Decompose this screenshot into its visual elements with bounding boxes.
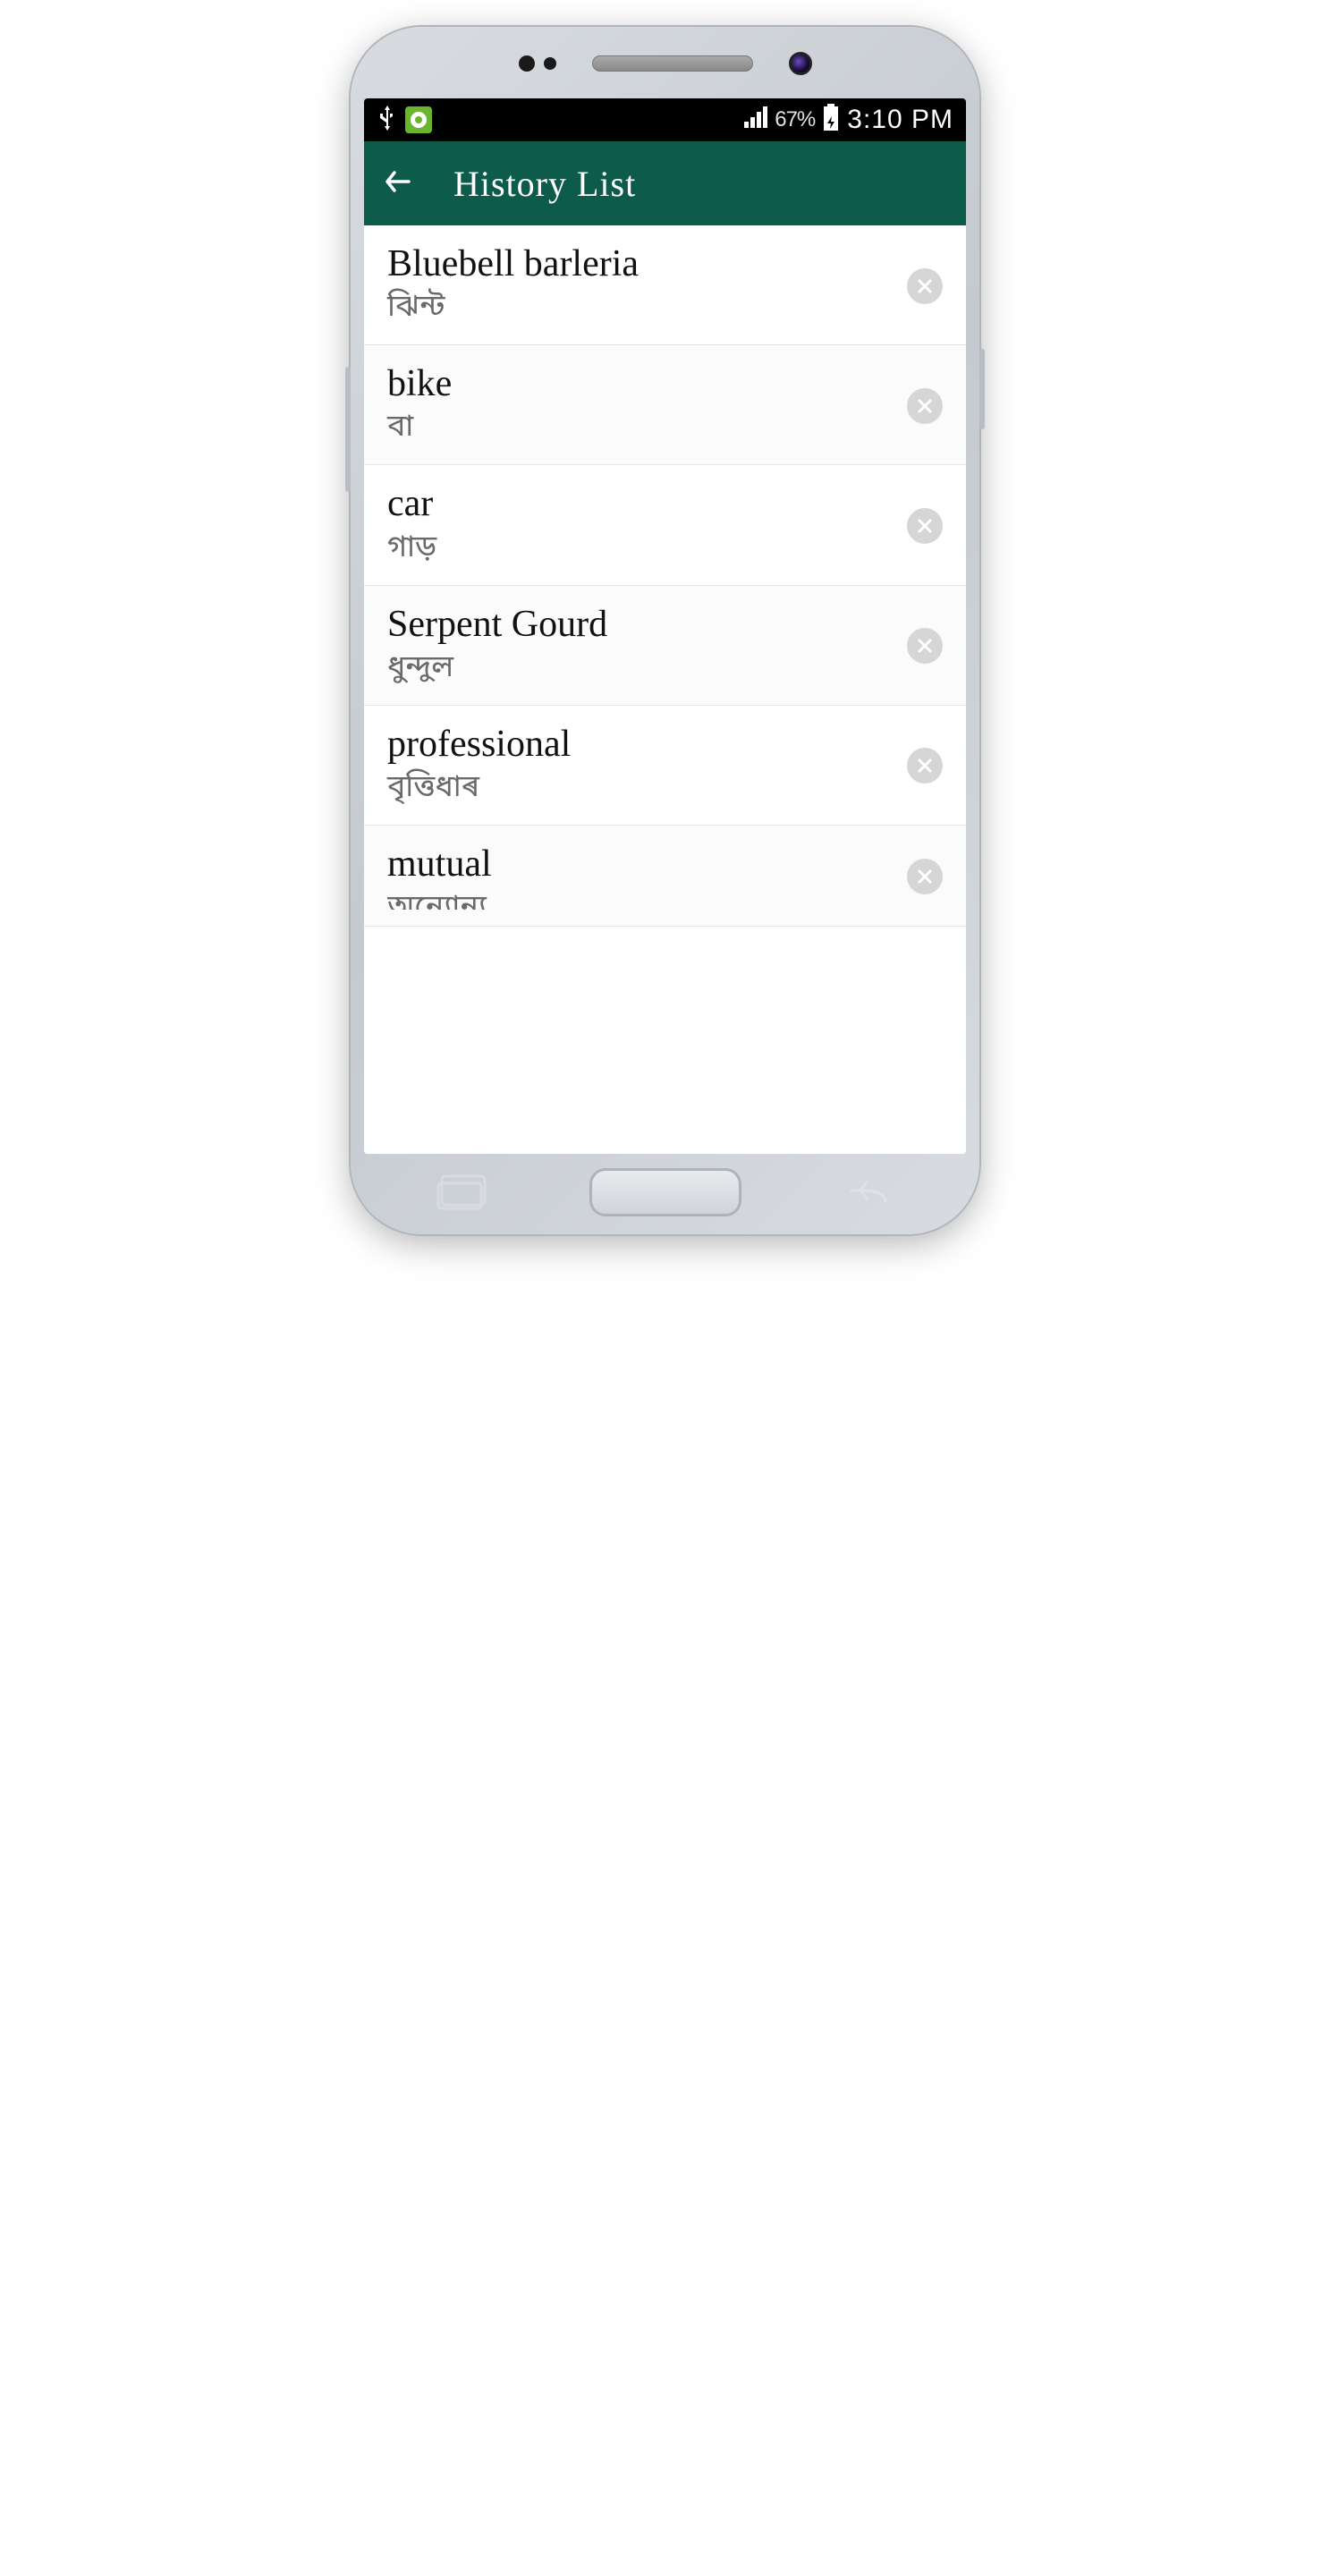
signal-icon bbox=[742, 106, 767, 134]
status-time: 3:10 PM bbox=[847, 105, 953, 135]
app-notification-icon bbox=[405, 106, 432, 133]
history-secondary: ঝিন্ট bbox=[387, 288, 907, 328]
light-sensor-icon bbox=[544, 57, 556, 70]
recent-apps-button[interactable] bbox=[436, 1171, 490, 1215]
history-secondary: ধুন্দুল bbox=[387, 648, 907, 689]
delete-button[interactable] bbox=[907, 748, 943, 784]
phone-body: 67% 3:10 PM History List Bluebell barler… bbox=[351, 27, 979, 1234]
list-item[interactable]: car গাড় bbox=[364, 465, 966, 585]
page-title: History List bbox=[453, 163, 636, 205]
list-item[interactable]: Bluebell barleria ঝিন্ট bbox=[364, 225, 966, 345]
battery-percentage: 67% bbox=[775, 107, 815, 132]
history-primary: mutual bbox=[387, 843, 907, 885]
list-item[interactable]: Serpent Gourd ধুন্দুল bbox=[364, 586, 966, 706]
history-primary: professional bbox=[387, 724, 907, 765]
device-frame: 67% 3:10 PM History List Bluebell barler… bbox=[333, 0, 997, 1279]
app-bar: History List bbox=[364, 141, 966, 225]
status-bar: 67% 3:10 PM bbox=[364, 98, 966, 141]
list-item[interactable]: mutual অন্যোন্য bbox=[364, 826, 966, 927]
front-camera-icon bbox=[789, 52, 812, 75]
volume-rocker[interactable] bbox=[345, 367, 351, 492]
back-button[interactable] bbox=[382, 165, 414, 202]
usb-icon bbox=[377, 104, 398, 137]
delete-button[interactable] bbox=[907, 268, 943, 304]
power-button[interactable] bbox=[979, 349, 985, 429]
delete-button[interactable] bbox=[907, 508, 943, 544]
battery-charging-icon bbox=[822, 104, 840, 137]
history-secondary: বৃত্তিধাৰ bbox=[387, 768, 907, 809]
list-item[interactable]: bike বা bbox=[364, 345, 966, 465]
history-list[interactable]: Bluebell barleria ঝিন্ট bike বা bbox=[364, 225, 966, 1154]
screen: 67% 3:10 PM History List Bluebell barler… bbox=[364, 98, 966, 1154]
top-sensors bbox=[351, 52, 979, 75]
history-secondary: বা bbox=[387, 408, 907, 448]
history-primary: car bbox=[387, 483, 907, 524]
delete-button[interactable] bbox=[907, 859, 943, 894]
history-secondary: অন্যোন্য bbox=[387, 888, 907, 910]
history-primary: Bluebell barleria bbox=[387, 243, 907, 284]
delete-button[interactable] bbox=[907, 388, 943, 424]
list-item[interactable]: professional বৃত্তিধাৰ bbox=[364, 706, 966, 826]
history-secondary: গাড় bbox=[387, 529, 907, 569]
history-primary: Serpent Gourd bbox=[387, 604, 907, 645]
home-button[interactable] bbox=[589, 1168, 741, 1216]
earpiece-speaker-icon bbox=[592, 55, 753, 72]
nav-buttons bbox=[351, 1168, 979, 1216]
nav-back-button[interactable] bbox=[841, 1171, 894, 1215]
history-primary: bike bbox=[387, 363, 907, 404]
delete-button[interactable] bbox=[907, 628, 943, 664]
proximity-sensor-icon bbox=[519, 55, 535, 72]
